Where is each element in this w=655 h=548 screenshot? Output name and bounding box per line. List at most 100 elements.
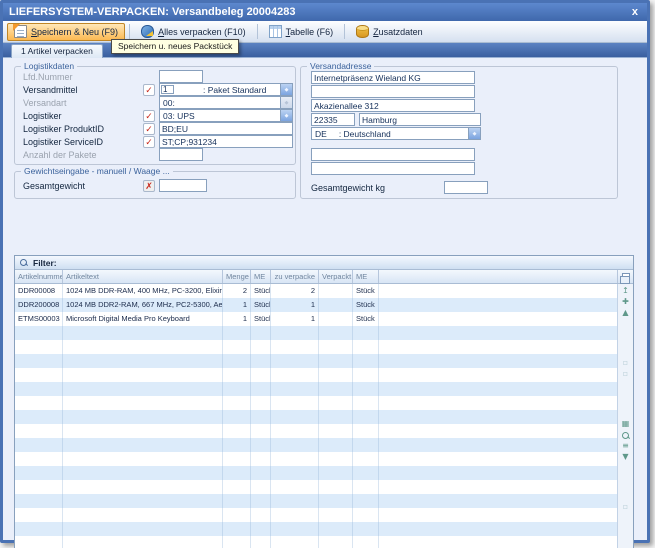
row-up-icon[interactable] <box>622 308 628 319</box>
field-label: Logistiker <box>23 111 62 121</box>
country-combo[interactable]: DE : Deutschland <box>311 127 481 140</box>
cell-filler <box>379 354 617 368</box>
column-header-text[interactable]: Artikeltext <box>63 270 223 283</box>
address-extra2-input[interactable] <box>311 162 475 175</box>
column-header-menge[interactable]: Menge <box>223 270 251 283</box>
versandmittel-combo[interactable]: 1 : Paket Standard <box>159 83 293 96</box>
combo-code[interactable]: 1 <box>161 85 174 94</box>
cell-nr <box>15 382 63 396</box>
checked-icon[interactable] <box>143 84 155 96</box>
produkt-id-input[interactable] <box>159 122 293 135</box>
cell-filler <box>379 438 617 452</box>
logistiker-combo[interactable]: 03: UPS <box>159 109 293 122</box>
group-versandadresse: Versandadresse DE : Deutschland Gesamtge… <box>300 66 618 199</box>
close-button[interactable]: x <box>629 6 641 18</box>
toolbar-button-label: Alles verpacken (F10) <box>158 27 246 37</box>
column-header-zu[interactable]: zu verpacke <box>271 270 319 283</box>
cell-text <box>63 438 223 452</box>
table-row[interactable]: ETMS00003Microsoft Digital Media Pro Key… <box>15 312 617 326</box>
cell-nr: DDR00008 <box>15 284 63 298</box>
list-icon[interactable] <box>622 441 629 452</box>
search-icon[interactable] <box>621 431 630 440</box>
cell-me <box>251 508 271 522</box>
dropdown-icon[interactable] <box>468 128 480 139</box>
cell-text: 1024 MB DDR-RAM, 400 MHz, PC-3200, Elixi… <box>63 284 223 298</box>
service-id-input[interactable] <box>159 135 293 148</box>
cell-verpackt <box>319 466 353 480</box>
cell-menge <box>223 354 251 368</box>
table-row-empty <box>15 494 617 508</box>
cell-me2: Stück <box>353 298 379 312</box>
extra-data-button[interactable]: Zusatzdaten <box>349 23 430 41</box>
toolbar-separator <box>257 24 258 39</box>
unchecked-icon[interactable] <box>143 180 155 192</box>
column-header-nr[interactable]: Artikelnummer <box>15 270 63 283</box>
cell-me2 <box>353 466 379 480</box>
search-icon[interactable] <box>19 258 28 267</box>
cell-text <box>63 452 223 466</box>
column-header-verpackt[interactable]: Verpackt <box>319 270 353 283</box>
filter-icon[interactable] <box>622 452 628 463</box>
table-row[interactable]: DDR000081024 MB DDR-RAM, 400 MHz, PC-320… <box>15 284 617 298</box>
cell-zu <box>271 508 319 522</box>
grid-layout-icon[interactable] <box>622 419 630 430</box>
column-chooser-button[interactable] <box>617 270 633 283</box>
cell-verpackt <box>319 522 353 536</box>
address-city-input[interactable] <box>359 113 481 126</box>
cell-filler <box>379 522 617 536</box>
cell-text <box>63 466 223 480</box>
dropdown-icon[interactable] <box>280 84 292 95</box>
cell-nr <box>15 452 63 466</box>
address-street-input[interactable] <box>311 99 475 112</box>
cell-filler <box>379 410 617 424</box>
cell-menge <box>223 340 251 354</box>
tab-artikel-verpacken[interactable]: 1 Artikel verpacken <box>11 44 103 58</box>
anzahl-pakete-input[interactable] <box>159 148 203 161</box>
dropdown-icon[interactable] <box>280 110 292 121</box>
cell-menge <box>223 382 251 396</box>
cell-text <box>63 382 223 396</box>
address-name-input[interactable] <box>311 71 475 84</box>
cell-menge <box>223 494 251 508</box>
cell-zu <box>271 368 319 382</box>
cell-verpackt <box>319 312 353 326</box>
cell-me2 <box>353 326 379 340</box>
checked-icon[interactable] <box>143 110 155 122</box>
cell-verpackt <box>319 284 353 298</box>
lfd-nummer-input[interactable] <box>159 70 203 83</box>
toolbar-button-label: Speichern & Neu (F9) <box>31 27 118 37</box>
save-new-button[interactable]: Speichern & Neu (F9) <box>7 23 125 41</box>
cell-filler <box>379 312 617 326</box>
gesamtgewicht-kg-input[interactable] <box>444 181 488 194</box>
checked-icon[interactable] <box>143 136 155 148</box>
address-name2-input[interactable] <box>311 85 475 98</box>
cell-me <box>251 382 271 396</box>
checked-icon[interactable] <box>143 123 155 135</box>
column-header-me[interactable]: ME <box>251 270 271 283</box>
scroll-top-icon[interactable] <box>622 286 629 297</box>
cell-me2 <box>353 522 379 536</box>
cell-menge <box>223 522 251 536</box>
combo-code: DE <box>312 129 327 139</box>
table-row-empty <box>15 438 617 452</box>
package-icon <box>141 25 154 38</box>
table-row[interactable]: DDR2000081024 MB DDR2-RAM, 667 MHz, PC2-… <box>15 298 617 312</box>
cell-filler <box>379 480 617 494</box>
cell-nr <box>15 424 63 438</box>
table-view-button[interactable]: Tabelle (F6) <box>262 23 341 41</box>
cell-nr <box>15 536 63 548</box>
cell-text <box>63 424 223 438</box>
cell-zu: 1 <box>271 298 319 312</box>
column-header-me2[interactable]: ME <box>353 270 379 283</box>
cell-me2 <box>353 536 379 548</box>
table-row-empty <box>15 424 617 438</box>
gesamtgewicht-input[interactable] <box>159 179 207 192</box>
cell-zu <box>271 424 319 438</box>
pack-all-button[interactable]: Alles verpacken (F10) <box>134 23 253 41</box>
cell-nr <box>15 396 63 410</box>
add-row-icon[interactable] <box>622 297 629 308</box>
address-zip-input[interactable] <box>311 113 355 126</box>
cell-zu: 2 <box>271 284 319 298</box>
address-extra1-input[interactable] <box>311 148 475 161</box>
cell-nr <box>15 368 63 382</box>
